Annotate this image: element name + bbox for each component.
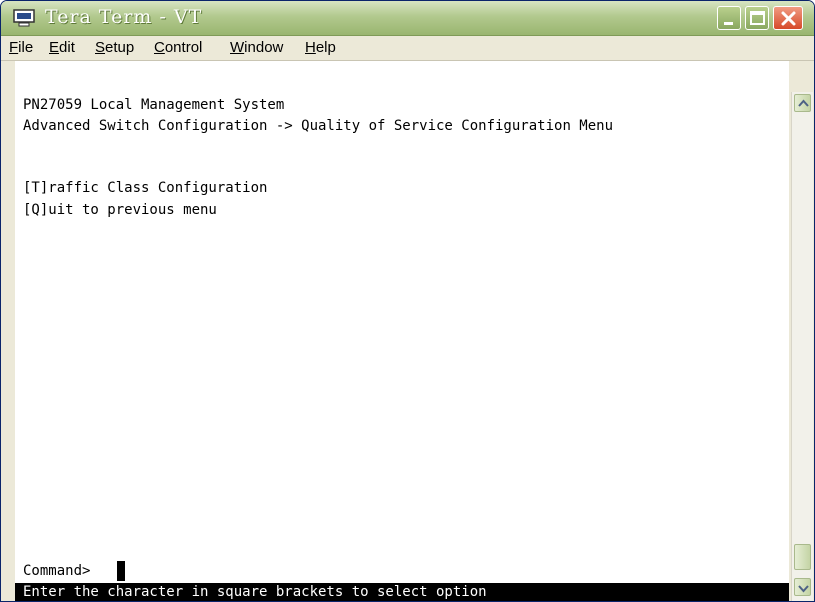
minimize-icon [724,22,733,25]
maximize-icon [750,11,765,25]
tera-term-window: Tera Term - VT File Edit Setup Control W… [0,0,815,602]
close-button[interactable] [773,6,803,30]
terminal-header-line: PN27059 Local Management System [23,97,285,113]
scroll-up-button[interactable] [794,94,811,112]
scroll-down-button[interactable] [794,578,811,596]
menu-bar: File Edit Setup Control Window Help [1,36,814,61]
menu-file[interactable]: File [9,39,33,56]
status-message: Enter the character in square brackets t… [23,584,487,600]
menu-option-quit: [Q]uit to previous menu [23,202,217,218]
terminal-monitor-icon [13,9,35,27]
menu-help[interactable]: Help [305,39,336,56]
vertical-scrollbar[interactable] [791,92,813,601]
maximize-button[interactable] [745,6,769,30]
menu-option-traffic-class: [T]raffic Class Configuration [23,180,268,196]
menu-setup[interactable]: Setup [95,39,134,56]
window-title: Tera Term - VT [45,6,203,28]
terminal-screen[interactable] [15,61,789,601]
command-prompt: Command> [23,563,91,579]
menu-control[interactable]: Control [154,39,202,56]
scroll-thumb[interactable] [794,544,811,570]
text-cursor [117,561,125,581]
close-icon [781,11,796,26]
terminal-breadcrumb-line: Advanced Switch Configuration -> Quality… [23,118,614,134]
arrow-up-icon [798,99,809,107]
title-bar[interactable]: Tera Term - VT [1,1,814,36]
menu-window[interactable]: Window [230,39,283,56]
arrow-down-icon [798,585,809,593]
menu-edit[interactable]: Edit [49,39,75,56]
minimize-button[interactable] [717,6,741,30]
